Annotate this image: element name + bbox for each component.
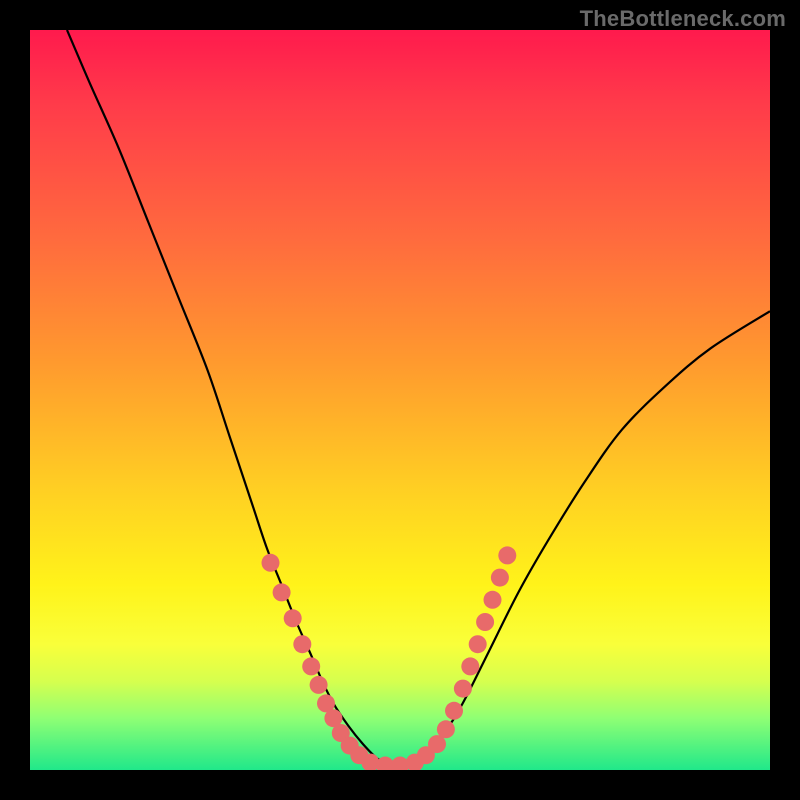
marker-dot (293, 635, 311, 653)
marker-group (262, 546, 517, 770)
marker-dot (476, 613, 494, 631)
marker-dot (284, 609, 302, 627)
marker-dot (437, 720, 455, 738)
marker-dot (302, 657, 320, 675)
marker-dot (262, 554, 280, 572)
marker-dot (461, 657, 479, 675)
chart-frame: TheBottleneck.com (0, 0, 800, 800)
plot-area (30, 30, 770, 770)
marker-dot (454, 680, 472, 698)
curve-left-branch (67, 30, 393, 766)
marker-dot (484, 591, 502, 609)
marker-dot (273, 583, 291, 601)
marker-dot (310, 676, 328, 694)
curve-right-branch (393, 311, 770, 766)
marker-dot (445, 702, 463, 720)
chart-svg (30, 30, 770, 770)
marker-dot (469, 635, 487, 653)
watermark-text: TheBottleneck.com (580, 6, 786, 32)
marker-dot (491, 569, 509, 587)
marker-dot (498, 546, 516, 564)
